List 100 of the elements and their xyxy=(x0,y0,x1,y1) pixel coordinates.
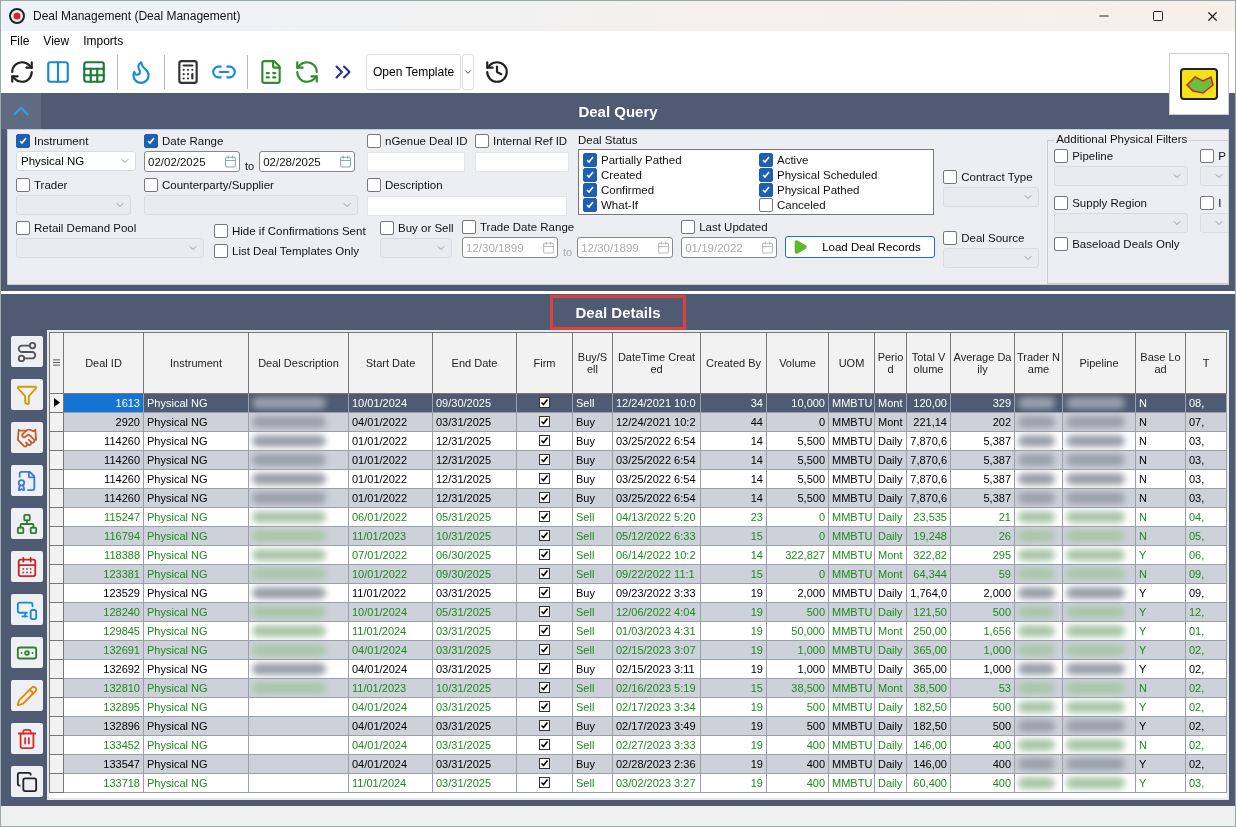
checkbox[interactable]: List Deal Templates Only xyxy=(214,244,372,258)
checkbox[interactable] xyxy=(539,491,550,503)
table-cell: Physical NG xyxy=(143,754,249,774)
menu-item[interactable]: View xyxy=(43,34,70,48)
checkbox[interactable]: Physical Scheduled xyxy=(759,167,929,182)
side-tool-button[interactable] xyxy=(11,766,43,797)
column-header[interactable]: Instrument xyxy=(143,332,249,394)
checkbox[interactable] xyxy=(539,738,550,750)
checkbox[interactable] xyxy=(539,415,550,427)
column-header[interactable]: T xyxy=(1185,332,1227,394)
checkbox[interactable]: nGenue Deal ID xyxy=(367,134,467,148)
checkbox[interactable] xyxy=(539,681,550,693)
menu-item[interactable]: File xyxy=(10,34,30,48)
column-header[interactable]: Created By xyxy=(700,332,767,394)
history-icon[interactable] xyxy=(484,59,511,85)
column-header[interactable]: DateTime Created xyxy=(612,332,701,394)
checkbox[interactable]: Internal Ref ID xyxy=(475,134,570,148)
input-field[interactable] xyxy=(367,196,567,216)
checkbox[interactable] xyxy=(539,624,550,636)
table-cell: 12/31/2025 xyxy=(432,469,517,489)
checkbox[interactable] xyxy=(539,453,550,465)
table-cell: 06, xyxy=(1185,545,1227,565)
checkbox[interactable]: Deal Source xyxy=(943,231,1040,245)
column-header[interactable]: Start Date xyxy=(348,332,433,394)
dropdown[interactable]: Physical NG xyxy=(16,151,136,171)
table-cell: Sell xyxy=(572,773,613,793)
panel-icon[interactable] xyxy=(45,59,71,85)
table-cell: N xyxy=(1135,469,1186,489)
checkbox[interactable] xyxy=(539,567,550,579)
table-cell: 365,00 xyxy=(906,659,951,679)
spreadsheet-icon[interactable] xyxy=(81,59,107,85)
checkbox[interactable]: Partially Pathed xyxy=(583,152,759,167)
date-field[interactable]: 02/28/2025 xyxy=(259,151,356,172)
checkbox[interactable] xyxy=(539,548,550,560)
checkbox[interactable]: Baseload Deals Only xyxy=(1054,237,1228,251)
checkbox[interactable] xyxy=(539,586,550,598)
column-header[interactable]: UOM xyxy=(828,332,875,394)
sheet-icon[interactable] xyxy=(258,59,284,85)
checkbox[interactable]: Created xyxy=(583,167,759,182)
checkbox[interactable] xyxy=(539,643,550,655)
checkbox[interactable]: Canceled xyxy=(759,197,929,212)
checkbox[interactable]: Supply Region xyxy=(1054,196,1201,210)
checkbox[interactable]: Hide if Confirmations Sent xyxy=(214,224,372,238)
table-cell: 04/13/2022 5:20 xyxy=(612,507,701,527)
checkbox[interactable] xyxy=(539,434,550,446)
column-header[interactable]: Deal ID xyxy=(63,332,144,394)
menu-item[interactable]: Imports xyxy=(83,34,124,48)
checkbox[interactable]: Trader xyxy=(16,178,136,192)
checkbox[interactable]: Last Updated xyxy=(681,220,778,234)
table-cell: 07, xyxy=(1185,412,1227,432)
checkbox[interactable]: Confirmed xyxy=(583,182,759,197)
table-cell: 02, xyxy=(1185,678,1227,698)
load-button[interactable]: Load Deal Records xyxy=(785,236,936,258)
checkbox[interactable]: Date Range xyxy=(144,134,359,148)
checkbox[interactable]: Contract Type xyxy=(943,170,1040,184)
table-cell: N xyxy=(1135,412,1186,432)
table-cell: 04/01/2024 xyxy=(348,754,433,774)
column-header[interactable]: Buy/Sell xyxy=(572,332,613,394)
column-header[interactable]: Firm xyxy=(516,332,573,394)
checkbox[interactable]: What-If xyxy=(583,197,759,212)
sync-icon[interactable] xyxy=(294,59,320,85)
checkbox[interactable] xyxy=(539,757,550,769)
check-icon xyxy=(18,136,28,146)
checkbox[interactable] xyxy=(539,396,550,408)
column-header[interactable]: Average Daily xyxy=(950,332,1015,394)
side-tool-button[interactable] xyxy=(11,336,43,367)
checkbox[interactable] xyxy=(539,529,550,541)
checkbox[interactable]: Buy or Sell xyxy=(380,221,454,235)
input-field[interactable] xyxy=(475,152,569,172)
table-cell: 14 xyxy=(700,450,767,470)
column-header[interactable]: Total Volume xyxy=(906,332,951,394)
column-header[interactable]: End Date xyxy=(432,332,517,394)
column-header[interactable]: Pipeline xyxy=(1062,332,1136,394)
checkbox[interactable] xyxy=(539,700,550,712)
date-field[interactable]: 02/02/2025 xyxy=(144,151,240,172)
input-field[interactable] xyxy=(367,152,465,172)
template-button[interactable]: Open Template xyxy=(366,54,462,90)
column-header[interactable]: Base Load xyxy=(1135,332,1186,394)
checkbox[interactable]: Retail Demand Pool xyxy=(16,221,206,235)
checkbox[interactable]: Instrument xyxy=(16,134,136,148)
checkbox[interactable]: Counterparty/Supplier xyxy=(144,178,359,192)
checkbox[interactable] xyxy=(539,776,550,788)
checkbox[interactable]: Trade Date Range xyxy=(462,220,674,234)
table-cell: 03, xyxy=(1185,773,1227,793)
checkbox[interactable]: Active xyxy=(759,152,929,167)
calculator-icon[interactable] xyxy=(175,59,201,85)
checkbox[interactable] xyxy=(539,605,550,617)
column-header[interactable]: Period xyxy=(874,332,907,394)
table-cell: 7,870,6 xyxy=(906,450,951,470)
column-header[interactable]: Trader Name xyxy=(1014,332,1063,394)
checkbox[interactable] xyxy=(539,472,550,484)
column-header[interactable]: Deal Description xyxy=(248,332,349,394)
checkbox[interactable] xyxy=(539,719,550,731)
checkbox[interactable]: Physical Pathed xyxy=(759,182,929,197)
checkbox[interactable]: Description xyxy=(367,178,570,192)
checkbox[interactable] xyxy=(539,510,550,522)
checkbox[interactable]: Pipeline xyxy=(1054,149,1201,163)
column-header[interactable]: Volume xyxy=(766,332,829,394)
refresh-icon[interactable] xyxy=(9,59,35,85)
checkbox[interactable] xyxy=(539,662,550,674)
